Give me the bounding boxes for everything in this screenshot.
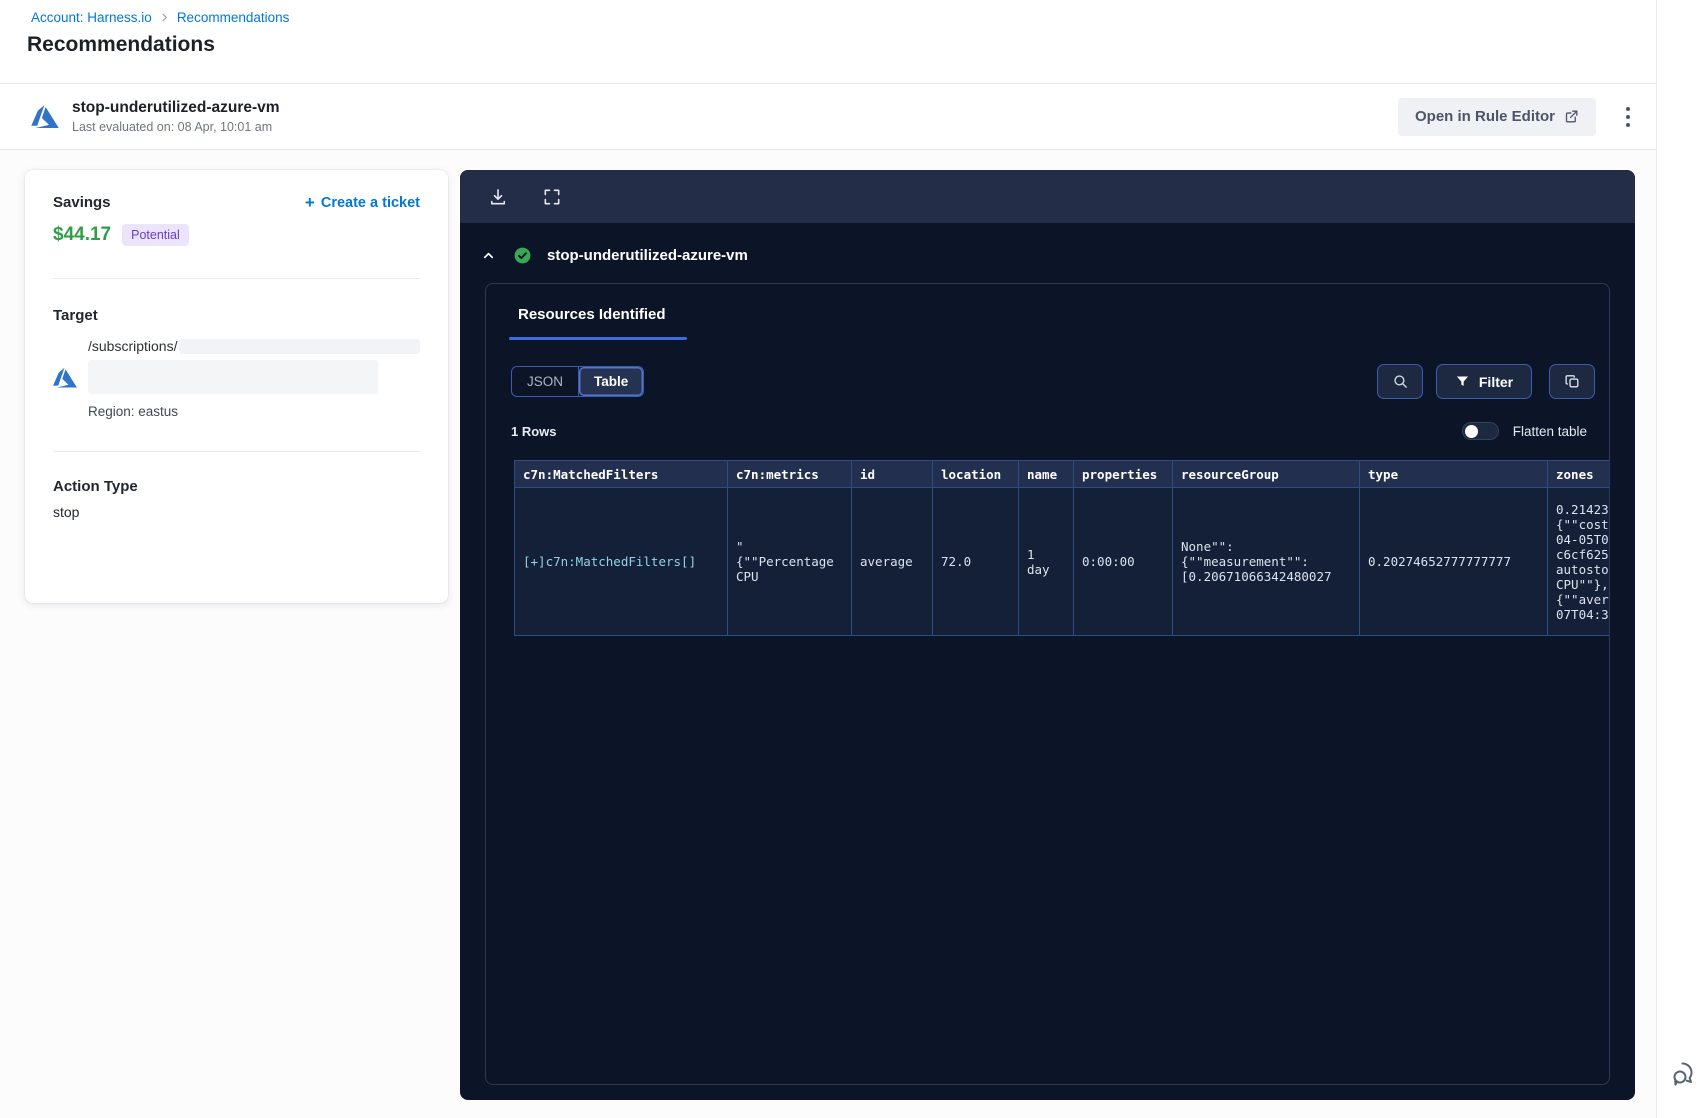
col-header-metrics: c7n:metrics	[727, 460, 852, 488]
page-title: Recommendations	[27, 33, 215, 56]
details-panel: stop-underutilized-azure-vm Resources Id…	[460, 170, 1635, 1100]
create-ticket-link[interactable]: + Create a ticket	[305, 194, 420, 211]
flatten-table-label: Flatten table	[1512, 423, 1587, 439]
panel-toolbar	[460, 170, 1635, 223]
section-header: stop-underutilized-azure-vm	[478, 245, 748, 265]
card-divider	[53, 278, 420, 279]
fullscreen-button[interactable]	[540, 185, 564, 209]
download-icon	[490, 188, 506, 204]
section-title: stop-underutilized-azure-vm	[547, 246, 748, 264]
cell-matched-filters: [+]c7n:MatchedFilters[]	[514, 487, 728, 636]
flatten-table-toggle[interactable]	[1461, 422, 1499, 440]
azure-icon-small	[53, 367, 77, 388]
cell-metrics: " {""Percentage CPU	[727, 487, 852, 636]
view-toggle-table[interactable]: Table	[579, 367, 644, 396]
breadcrumb-current-link[interactable]: Recommendations	[177, 10, 290, 25]
external-link-icon	[1565, 110, 1578, 123]
rows-count: 1 Rows	[511, 424, 557, 439]
col-header-matched-filters: c7n:MatchedFilters	[514, 460, 728, 488]
target-block: /subscriptions/ Region: eastus	[53, 338, 420, 419]
col-header-type: type	[1359, 460, 1548, 488]
redacted-resource-path	[88, 360, 378, 394]
recommendation-name: stop-underutilized-azure-vm	[72, 99, 280, 116]
recommendation-header: stop-underutilized-azure-vm Last evaluat…	[0, 84, 1656, 150]
target-region: Region: eastus	[88, 404, 179, 419]
action-type-value: stop	[53, 504, 80, 520]
recommendation-titles: stop-underutilized-azure-vm Last evaluat…	[72, 99, 280, 134]
summary-card: Savings + Create a ticket $44.17 Potenti…	[25, 170, 448, 603]
filter-button[interactable]: Filter	[1436, 364, 1532, 399]
table-meta-row: 1 Rows Flatten table	[486, 422, 1609, 444]
right-rail	[1656, 0, 1706, 1118]
card-divider	[53, 451, 420, 452]
savings-amount: $44.17	[53, 224, 112, 245]
cell-resource-group: None"": {""measurement"": [0.20671066342…	[1172, 487, 1360, 636]
azure-icon	[31, 104, 59, 128]
more-options-button[interactable]	[1614, 100, 1642, 134]
support-chat-button[interactable]	[1667, 1055, 1703, 1091]
col-header-name: name	[1018, 460, 1074, 488]
view-toggle: JSON Table	[511, 366, 645, 397]
plus-icon: +	[304, 193, 315, 212]
col-header-properties: properties	[1073, 460, 1173, 488]
savings-label: Savings	[53, 194, 111, 211]
page: Account: Harness.io Recommendations Reco…	[0, 0, 1706, 1118]
view-toggle-json[interactable]: JSON	[512, 367, 580, 396]
cell-id: average	[851, 487, 933, 636]
col-header-resource-group: resourceGroup	[1172, 460, 1360, 488]
create-ticket-label: Create a ticket	[320, 194, 420, 211]
cell-name: 1 day	[1018, 487, 1074, 636]
table-header-row: c7n:MatchedFilters c7n:metrics id locati…	[514, 460, 1609, 488]
resources-table-container: c7n:MatchedFilters c7n:metrics id locati…	[514, 460, 1609, 636]
breadcrumb-account-link[interactable]: Account: Harness.io	[31, 10, 152, 25]
success-check-icon	[514, 247, 531, 263]
active-tab-underline	[509, 337, 687, 340]
resources-panel: Resources Identified JSON Table Filter 1…	[485, 283, 1610, 1085]
cell-location: 72.0	[932, 487, 1019, 636]
collapse-button[interactable]	[478, 245, 498, 265]
action-type-label: Action Type	[53, 478, 138, 495]
chat-bubbles-icon	[1673, 1062, 1693, 1086]
search-button[interactable]	[1377, 364, 1423, 399]
breadcrumb-separator-icon	[159, 12, 170, 23]
copy-icon	[1564, 375, 1578, 388]
target-label: Target	[53, 307, 98, 324]
redacted-subscription-id	[179, 338, 420, 354]
tab-resources-identified[interactable]: Resources Identified	[518, 306, 666, 323]
filter-icon	[1456, 376, 1468, 386]
breadcrumb: Account: Harness.io Recommendations	[31, 10, 289, 25]
search-icon	[1393, 375, 1407, 388]
col-header-zones: zones	[1547, 460, 1609, 488]
target-path: /subscriptions/	[88, 338, 178, 354]
col-header-id: id	[851, 460, 933, 488]
cell-zones: 0.21423 {""cost 04-05T0 c6cf625 autosto …	[1547, 487, 1609, 636]
last-evaluated-text: Last evaluated on: 08 Apr, 10:01 am	[72, 120, 273, 134]
resources-table: c7n:MatchedFilters c7n:metrics id locati…	[514, 460, 1609, 636]
cell-type: 0.20274652777777777	[1359, 487, 1548, 636]
filter-label: Filter	[1478, 373, 1514, 390]
copy-button[interactable]	[1549, 364, 1595, 399]
chevron-up-icon	[483, 252, 493, 258]
col-header-location: location	[932, 460, 1019, 488]
cell-properties: 0:00:00	[1073, 487, 1173, 636]
fullscreen-icon	[544, 189, 560, 204]
open-in-rule-editor-button[interactable]: Open in Rule Editor	[1397, 97, 1596, 136]
expand-matched-filters-link[interactable]: [+]c7n:MatchedFilters[]	[523, 554, 696, 569]
download-button[interactable]	[486, 185, 510, 209]
table-row: [+]c7n:MatchedFilters[] " {""Percentage …	[514, 487, 1609, 636]
toggle-knob	[1464, 424, 1478, 438]
table-controls: JSON Table Filter	[486, 364, 1609, 402]
open-in-rule-editor-label: Open in Rule Editor	[1414, 108, 1555, 125]
potential-badge: Potential	[122, 224, 189, 246]
